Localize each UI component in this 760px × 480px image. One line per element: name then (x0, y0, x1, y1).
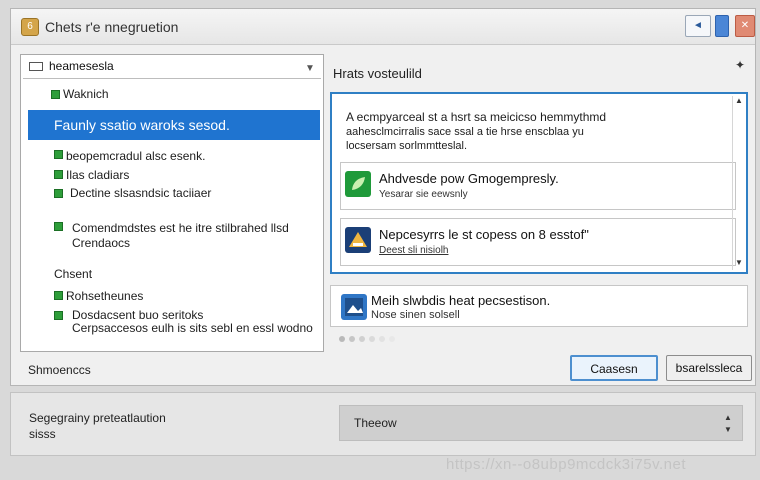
secondary-button[interactable]: bsarelssleca (666, 355, 752, 381)
card-subtitle: Yesarar sie eewsnly (379, 189, 468, 200)
scroll-down-icon[interactable]: ▼ (733, 258, 745, 268)
list-item-detail: Cerpsaccesos eulh is sits sebl en essl w… (72, 321, 313, 335)
list-item[interactable]: Ilas cladiars (66, 168, 129, 182)
leaf-app-icon (345, 171, 371, 197)
checkbox-icon[interactable] (54, 291, 63, 300)
checkbox-icon[interactable] (54, 150, 63, 159)
spinner-arrows-icon[interactable]: ▲ ▼ (724, 412, 732, 436)
bottom-label: Segegrainy preteatlaution (29, 411, 166, 425)
card-title: Nepcesyrrs le st copess on 8 esstof" (379, 227, 589, 242)
option-card[interactable]: Ahdvesde pow Gmogempresly. Yesarar sie e… (340, 162, 736, 210)
pin-icon[interactable]: ✦ (735, 58, 745, 72)
details-title: Hrats vosteulild (333, 66, 422, 81)
option-card[interactable]: Nepcesyrrs le st copess on 8 esstof" Dee… (340, 218, 736, 266)
card-title: Meih slwbdis heat pecsestison. (371, 293, 551, 308)
primary-button[interactable]: Caasesn (570, 355, 658, 381)
bottom-panel: Segegrainy preteatlaution sisss Theeow ▲… (10, 392, 756, 456)
checkbox-icon[interactable] (51, 90, 60, 99)
window-title: Chets r'e nnegruetion (45, 19, 179, 35)
card-subtitle: Nose sinen solsell (371, 309, 460, 321)
checkbox-icon[interactable] (54, 311, 63, 320)
list-item-selected[interactable]: Faunly ssatio waroks sesod. (28, 110, 320, 140)
list-item[interactable]: Rohsetheunes (66, 289, 143, 303)
card-title: Ahdvesde pow Gmogempresly. (379, 171, 559, 186)
close-button[interactable]: ✕ (735, 15, 755, 37)
title-bar[interactable]: 6 Chets r'e nnegruetion ◄ ✕ (11, 9, 755, 45)
dropdown-value: heamesesla (49, 59, 114, 73)
list-item[interactable]: beopemcradul alsc esenk. (66, 149, 205, 163)
list-item-detail: Crendaocs (72, 236, 131, 250)
chevron-down-icon: ▼ (305, 63, 315, 74)
option-card[interactable]: Meih slwbdis heat pecsestison. Nose sine… (330, 285, 748, 327)
category-dropdown[interactable]: heamesesla ▼ (23, 57, 321, 79)
details-text-line: A ecmpyarceal st a hsrt sa meicicso hemm… (346, 110, 607, 124)
minimize-button[interactable]: ◄ (685, 15, 711, 37)
vertical-scrollbar[interactable]: ▲ ▼ (732, 96, 744, 270)
checkbox-icon[interactable] (54, 170, 63, 179)
details-panel: A ecmpyarceal st a hsrt sa meicicso hemm… (330, 92, 748, 274)
status-text: Shmoenccs (28, 363, 91, 377)
maximize-button[interactable] (715, 15, 729, 37)
list-item[interactable]: Comendmdstes est he itre stilbrahed llsd (72, 221, 289, 235)
section-heading: Chsent (54, 267, 93, 281)
scroll-up-icon[interactable]: ▲ (733, 96, 745, 106)
checkbox-icon[interactable] (54, 189, 63, 198)
triangle-app-icon (345, 227, 371, 253)
details-text-line: locsersam sorlmmtteslal. (346, 140, 468, 152)
list-item[interactable]: Dectine slsasndsic taciiaer (70, 186, 211, 200)
bottom-select[interactable]: Theeow ▲ ▼ (339, 405, 743, 441)
photo-app-icon (341, 294, 367, 320)
card-subtitle: Deest sli nisiolh (379, 245, 449, 256)
watermark-text: https://xn--o8ubp9mcdck3i75v.net (446, 456, 687, 473)
checkbox-icon[interactable] (54, 222, 63, 231)
list-heading: Waknich (63, 87, 109, 101)
loading-indicator (339, 336, 395, 342)
dropdown-icon (29, 62, 43, 71)
app-icon: 6 (21, 18, 39, 36)
details-text-line: aahesclmcirralis sace ssal a tie hrse en… (346, 126, 584, 138)
select-value: Theeow (354, 416, 397, 430)
bottom-sublabel: sisss (29, 427, 56, 441)
list-item[interactable]: Dosdacsent buo seritoks (72, 308, 203, 322)
